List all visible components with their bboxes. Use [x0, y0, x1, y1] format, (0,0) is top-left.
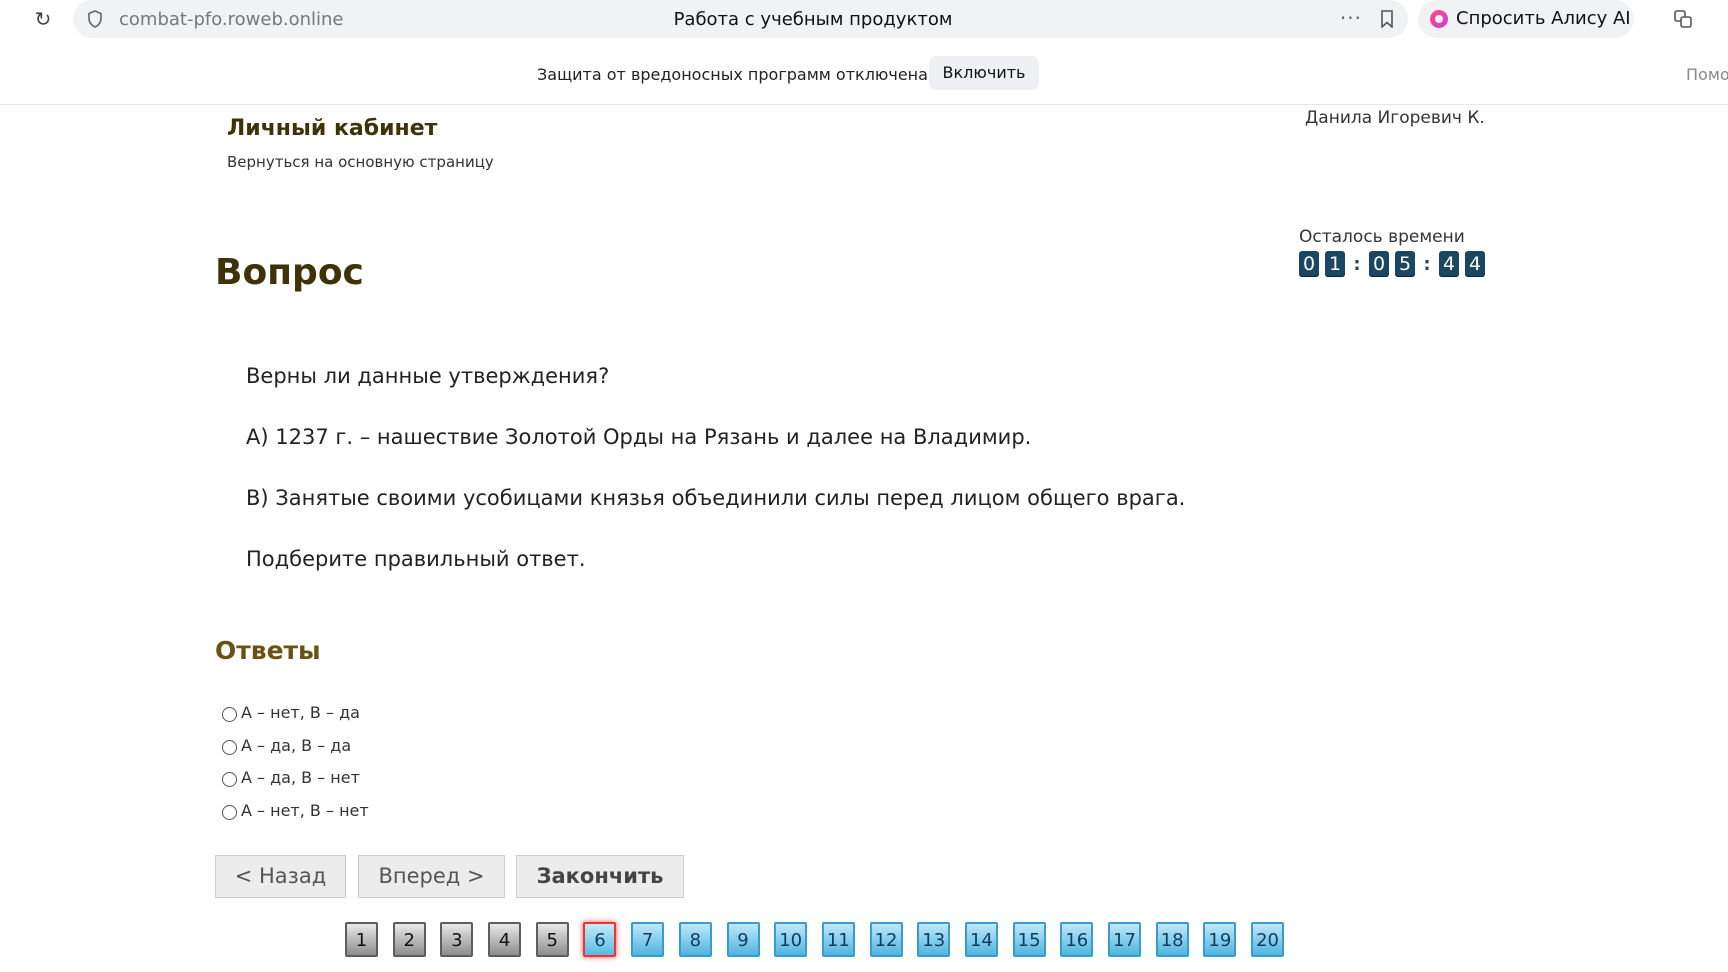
page-button-9[interactable]: 9: [726, 922, 760, 957]
page-button-1[interactable]: 1: [345, 922, 378, 957]
help-link[interactable]: Помо: [1686, 65, 1728, 84]
page-button-13[interactable]: 13: [917, 922, 951, 957]
notice-text: Защита от вредоносных программ отключена: [537, 65, 928, 84]
tab-title: Работа с учебным продуктом: [673, 9, 953, 30]
page-button-15[interactable]: 15: [1012, 922, 1046, 957]
page-button-4[interactable]: 4: [488, 922, 522, 957]
page-button-17[interactable]: 17: [1108, 922, 1141, 957]
answer-radio[interactable]: [222, 805, 237, 820]
bookmark-icon[interactable]: [1380, 10, 1394, 28]
page-button-18[interactable]: 18: [1155, 922, 1189, 957]
answer-option[interactable]: А – нет, В – да: [222, 703, 360, 722]
ask-alice-button[interactable]: Спросить Алису AI: [1418, 0, 1634, 38]
page-button-16[interactable]: 16: [1060, 922, 1094, 957]
page-button-14[interactable]: 14: [964, 922, 998, 957]
page-button-19[interactable]: 19: [1203, 922, 1237, 957]
alice-icon: [1430, 10, 1448, 28]
answer-radio[interactable]: [222, 772, 237, 787]
timer-digit: 4: [1465, 251, 1485, 277]
ask-alice-label: Спросить Алису AI: [1456, 8, 1631, 29]
shield-icon: [88, 10, 102, 28]
page-button-6[interactable]: 6: [583, 922, 617, 957]
timer-separator: :: [1353, 253, 1361, 275]
page-button-7[interactable]: 7: [631, 922, 665, 957]
enable-protection-button[interactable]: Включить: [929, 56, 1039, 90]
address-bar[interactable]: combat-pfo.roweb.online Работа с учебным…: [73, 0, 1408, 38]
question-instruction: Подберите правильный ответ.: [246, 547, 586, 571]
question-pager: 1 2 3 4 5 6 7 8 9 10 11 12 13 14 15 16 17 18 19 20: [345, 922, 1299, 957]
answer-label: А – да, В – нет: [241, 768, 360, 787]
answer-label: А – нет, В – да: [241, 703, 360, 722]
more-icon[interactable]: ···: [1340, 6, 1362, 30]
back-button[interactable]: < Назад: [215, 855, 346, 898]
page-button-3[interactable]: 3: [440, 922, 474, 957]
question-heading: Вопрос: [215, 252, 364, 293]
page-button-2[interactable]: 2: [392, 922, 426, 957]
answer-label: А – нет, В – нет: [241, 801, 369, 820]
page-button-8[interactable]: 8: [678, 922, 712, 957]
page-button-20[interactable]: 20: [1251, 922, 1285, 957]
question-statement-b: В) Занятые своими усобицами князья объед…: [246, 486, 1186, 510]
answer-label: А – да, В – да: [241, 736, 352, 755]
page-button-11[interactable]: 11: [821, 922, 855, 957]
back-to-main-link[interactable]: Вернуться на основную страницу: [227, 153, 494, 171]
page-button-5[interactable]: 5: [535, 922, 569, 957]
answer-radio[interactable]: [222, 740, 237, 755]
answers-heading: Ответы: [215, 636, 321, 665]
browser-toolbar: ↻ combat-pfo.roweb.online Работа с учебн…: [0, 0, 1728, 38]
answer-option[interactable]: А – нет, В – нет: [222, 801, 369, 820]
answer-radio[interactable]: [222, 707, 237, 722]
finish-button[interactable]: Закончить: [516, 855, 684, 898]
timer-digit: 4: [1439, 251, 1459, 277]
countdown-timer: 0 1 : 0 5 : 4 4: [1299, 251, 1491, 277]
extension-icon[interactable]: [1672, 8, 1694, 30]
cabinet-title: Личный кабинет: [227, 116, 438, 141]
page-button-12[interactable]: 12: [869, 922, 903, 957]
timer-digit: 0: [1299, 251, 1319, 277]
security-notice-bar: Защита от вредоносных программ отключена…: [0, 38, 1728, 105]
answer-option[interactable]: А – да, В – да: [222, 736, 351, 755]
timer-digit: 0: [1369, 251, 1389, 277]
timer-digit: 1: [1325, 251, 1345, 277]
reload-icon[interactable]: ↻: [32, 8, 54, 30]
timer-digit: 5: [1395, 251, 1415, 277]
page-button-10[interactable]: 10: [774, 922, 808, 957]
time-left-label: Осталось времени: [1299, 227, 1465, 247]
question-text: Верны ли данные утверждения?: [246, 364, 610, 388]
url-text[interactable]: combat-pfo.roweb.online: [119, 9, 344, 30]
next-button[interactable]: Вперед >: [358, 855, 505, 898]
answer-option[interactable]: А – да, В – нет: [222, 768, 360, 787]
user-name: Данила Игоревич К.: [1305, 108, 1485, 128]
timer-separator: :: [1423, 253, 1431, 275]
question-statement-a: А) 1237 г. – нашествие Золотой Орды на Р…: [246, 425, 1032, 449]
